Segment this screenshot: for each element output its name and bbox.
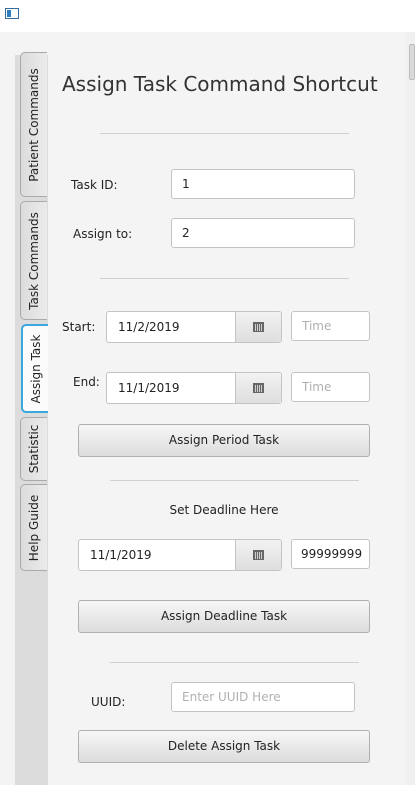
end-label: End:: [73, 375, 100, 389]
start-date-value: 11/2/2019: [118, 320, 180, 334]
start-label: Start:: [62, 320, 96, 334]
start-date-picker[interactable]: 11/2/2019: [106, 311, 282, 343]
uuid-label: UUID:: [91, 695, 126, 709]
tab-assign-task[interactable]: Assign Task: [21, 324, 49, 413]
delete-assign-task-button[interactable]: Delete Assign Task: [78, 730, 370, 763]
tab-patient-commands[interactable]: Patient Commands: [20, 52, 47, 197]
divider: [110, 662, 359, 663]
tab-label: Help Guide: [27, 494, 41, 561]
end-date-picker[interactable]: 11/1/2019: [106, 372, 282, 404]
uuid-input[interactable]: Enter UUID Here: [171, 682, 355, 712]
deadline-date-value: 11/1/2019: [90, 548, 152, 562]
assign-to-label: Assign to:: [73, 227, 133, 241]
tab-label: Statistic: [27, 424, 41, 474]
end-date-button[interactable]: [235, 373, 281, 403]
tab-task-commands[interactable]: Task Commands: [20, 201, 47, 320]
calendar-icon: [253, 383, 264, 393]
end-date-value: 11/1/2019: [118, 381, 180, 395]
tab-label: Task Commands: [27, 211, 41, 310]
scrollbar-thumb[interactable]: [409, 44, 415, 80]
task-id-label: Task ID:: [71, 178, 118, 192]
page-title: Assign Task Command Shortcut: [62, 72, 378, 96]
tab-label: Patient Commands: [27, 67, 41, 182]
assign-task-panel: [48, 32, 405, 785]
divider: [110, 480, 359, 481]
app-window-icon: [5, 8, 19, 19]
assign-period-task-button[interactable]: Assign Period Task: [78, 424, 370, 457]
tab-label: Assign Task: [29, 334, 43, 403]
divider: [100, 278, 349, 279]
divider: [100, 133, 349, 134]
title-bar: [0, 0, 415, 32]
assign-to-input[interactable]: 2: [171, 218, 355, 248]
deadline-time-input[interactable]: 99999999: [291, 539, 370, 569]
tab-statistic[interactable]: Statistic: [20, 417, 47, 481]
start-date-button[interactable]: [235, 312, 281, 342]
calendar-icon: [253, 550, 264, 560]
deadline-heading: Set Deadline Here: [169, 503, 279, 517]
vertical-scrollbar[interactable]: [405, 32, 415, 785]
calendar-icon: [253, 322, 264, 332]
deadline-date-button[interactable]: [235, 540, 281, 570]
deadline-date-picker[interactable]: 11/1/2019: [78, 539, 282, 571]
start-time-input[interactable]: Time: [291, 311, 370, 341]
assign-deadline-task-button[interactable]: Assign Deadline Task: [78, 600, 370, 633]
tab-help-guide[interactable]: Help Guide: [20, 484, 47, 571]
task-id-input[interactable]: 1: [171, 169, 355, 199]
end-time-input[interactable]: Time: [291, 372, 370, 402]
